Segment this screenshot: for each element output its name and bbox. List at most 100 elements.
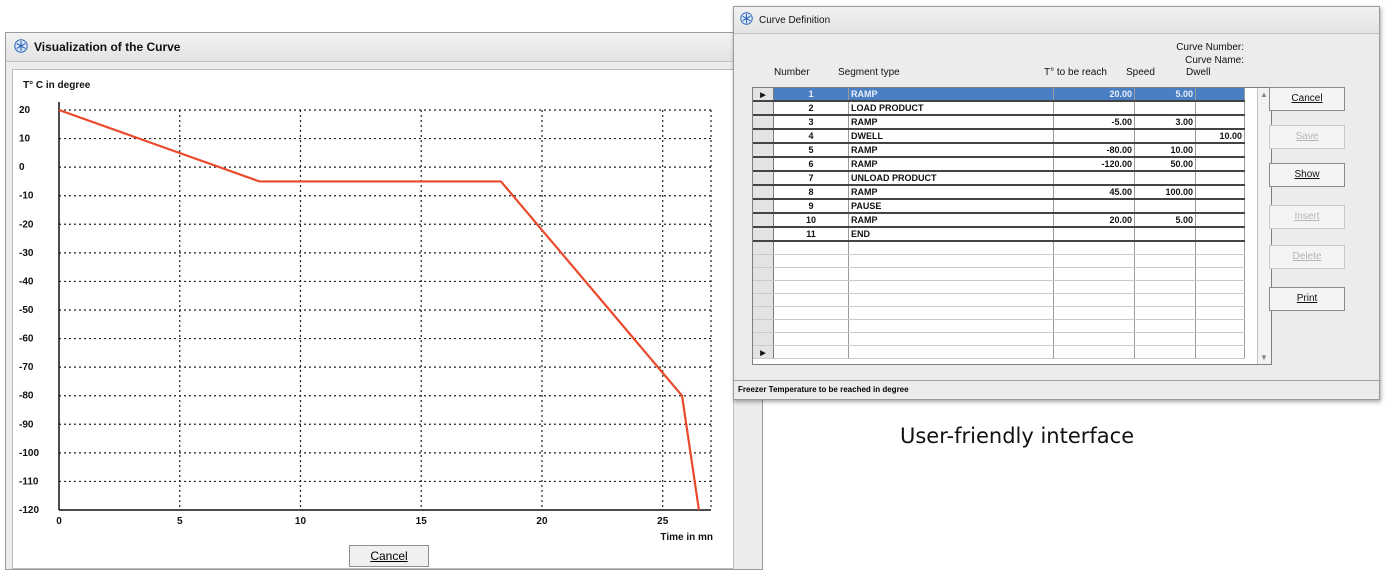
table-row[interactable] (753, 241, 1245, 255)
table-row[interactable] (753, 306, 1245, 320)
cell-number[interactable]: 9 (773, 199, 849, 214)
cell-number[interactable]: 6 (773, 157, 849, 172)
cell-speed[interactable] (1134, 254, 1196, 268)
column-header-temperature[interactable]: T° to be reach (1044, 67, 1107, 78)
cancel-button[interactable]: Cancel (1269, 87, 1345, 111)
cell-segment-type[interactable]: RAMP (848, 115, 1054, 130)
cell-number[interactable] (773, 306, 849, 320)
cell-number[interactable]: 5 (773, 143, 849, 158)
cell-temperature[interactable] (1053, 241, 1135, 255)
cell-segment-type[interactable]: UNLOAD PRODUCT (848, 171, 1054, 186)
cell-segment-type[interactable] (848, 241, 1054, 255)
cell-segment-type[interactable] (848, 267, 1054, 281)
delete-button[interactable]: Delete (1269, 245, 1345, 269)
table-row[interactable] (753, 293, 1245, 307)
cell-segment-type[interactable]: LOAD PRODUCT (848, 101, 1054, 116)
row-selector[interactable] (753, 115, 774, 130)
cell-number[interactable] (773, 345, 849, 359)
row-selector[interactable] (753, 185, 774, 200)
row-selector[interactable] (753, 143, 774, 158)
row-selector[interactable] (753, 227, 774, 242)
cell-number[interactable] (773, 319, 849, 333)
cell-dwell[interactable] (1195, 306, 1245, 320)
cell-segment-type[interactable]: RAMP (848, 143, 1054, 158)
cell-number[interactable]: 10 (773, 213, 849, 228)
table-row[interactable]: 11 END (753, 227, 1245, 242)
cell-speed[interactable] (1134, 306, 1196, 320)
row-selector[interactable]: ▶ (753, 88, 774, 102)
row-selector[interactable] (753, 280, 774, 294)
cell-temperature[interactable]: -5.00 (1053, 115, 1135, 130)
cell-segment-type[interactable]: RAMP (848, 88, 1054, 102)
cell-number[interactable] (773, 280, 849, 294)
cell-segment-type[interactable]: RAMP (848, 157, 1054, 172)
cell-number[interactable] (773, 254, 849, 268)
cell-temperature[interactable] (1053, 227, 1135, 242)
cell-speed[interactable] (1134, 171, 1196, 186)
viz-titlebar[interactable]: Visualization of the Curve (6, 33, 762, 62)
table-row[interactable]: 4 DWELL 10.00 (753, 129, 1245, 144)
cell-number[interactable]: 3 (773, 115, 849, 130)
row-selector[interactable] (753, 101, 774, 116)
cell-temperature[interactable]: 20.00 (1053, 213, 1135, 228)
table-row[interactable] (753, 319, 1245, 333)
row-selector[interactable] (753, 293, 774, 307)
cell-number[interactable] (773, 241, 849, 255)
cell-dwell[interactable]: 10.00 (1195, 129, 1245, 144)
cell-dwell[interactable] (1195, 101, 1245, 116)
cell-dwell[interactable] (1195, 332, 1245, 346)
cell-segment-type[interactable]: END (848, 227, 1054, 242)
cell-temperature[interactable] (1053, 101, 1135, 116)
table-row[interactable] (753, 267, 1245, 281)
table-row[interactable]: 5 RAMP -80.00 10.00 (753, 143, 1245, 158)
cell-dwell[interactable] (1195, 267, 1245, 281)
column-header-segment-type[interactable]: Segment type (838, 67, 900, 78)
row-selector[interactable] (753, 332, 774, 346)
cell-dwell[interactable] (1195, 319, 1245, 333)
cell-speed[interactable]: 3.00 (1134, 115, 1196, 130)
cell-dwell[interactable] (1195, 345, 1245, 359)
cell-segment-type[interactable] (848, 319, 1054, 333)
cell-segment-type[interactable]: RAMP (848, 185, 1054, 200)
row-selector[interactable] (753, 254, 774, 268)
table-row[interactable]: 2 LOAD PRODUCT (753, 101, 1245, 116)
scroll-down-icon[interactable]: ▼ (1260, 353, 1268, 362)
cell-segment-type[interactable] (848, 254, 1054, 268)
cell-temperature[interactable] (1053, 345, 1135, 359)
cell-segment-type[interactable] (848, 280, 1054, 294)
cell-temperature[interactable] (1053, 267, 1135, 281)
cell-segment-type[interactable] (848, 306, 1054, 320)
cell-segment-type[interactable]: PAUSE (848, 199, 1054, 214)
cell-segment-type[interactable]: RAMP (848, 213, 1054, 228)
save-button[interactable]: Save (1269, 125, 1345, 149)
table-row[interactable]: 8 RAMP 45.00 100.00 (753, 185, 1245, 200)
cell-dwell[interactable] (1195, 199, 1245, 214)
cell-temperature[interactable]: -80.00 (1053, 143, 1135, 158)
cell-number[interactable]: 7 (773, 171, 849, 186)
cell-speed[interactable] (1134, 129, 1196, 144)
print-button[interactable]: Print (1269, 287, 1345, 311)
cell-speed[interactable] (1134, 319, 1196, 333)
row-selector[interactable] (753, 157, 774, 172)
cell-temperature[interactable] (1053, 332, 1135, 346)
row-selector[interactable]: ▶ (753, 345, 774, 359)
cell-number[interactable] (773, 267, 849, 281)
cell-speed[interactable]: 50.00 (1134, 157, 1196, 172)
cell-speed[interactable] (1134, 101, 1196, 116)
table-row[interactable]: 7 UNLOAD PRODUCT (753, 171, 1245, 186)
cell-speed[interactable] (1134, 332, 1196, 346)
row-selector[interactable] (753, 319, 774, 333)
cell-speed[interactable] (1134, 345, 1196, 359)
table-row[interactable]: 9 PAUSE (753, 199, 1245, 214)
row-selector[interactable] (753, 171, 774, 186)
cell-segment-type[interactable] (848, 345, 1054, 359)
cell-dwell[interactable] (1195, 185, 1245, 200)
cell-temperature[interactable] (1053, 199, 1135, 214)
cell-dwell[interactable] (1195, 143, 1245, 158)
cell-number[interactable]: 4 (773, 129, 849, 144)
cell-speed[interactable] (1134, 227, 1196, 242)
table-row[interactable]: 6 RAMP -120.00 50.00 (753, 157, 1245, 172)
cell-temperature[interactable] (1053, 306, 1135, 320)
table-row[interactable]: 10 RAMP 20.00 5.00 (753, 213, 1245, 228)
cell-temperature[interactable] (1053, 319, 1135, 333)
